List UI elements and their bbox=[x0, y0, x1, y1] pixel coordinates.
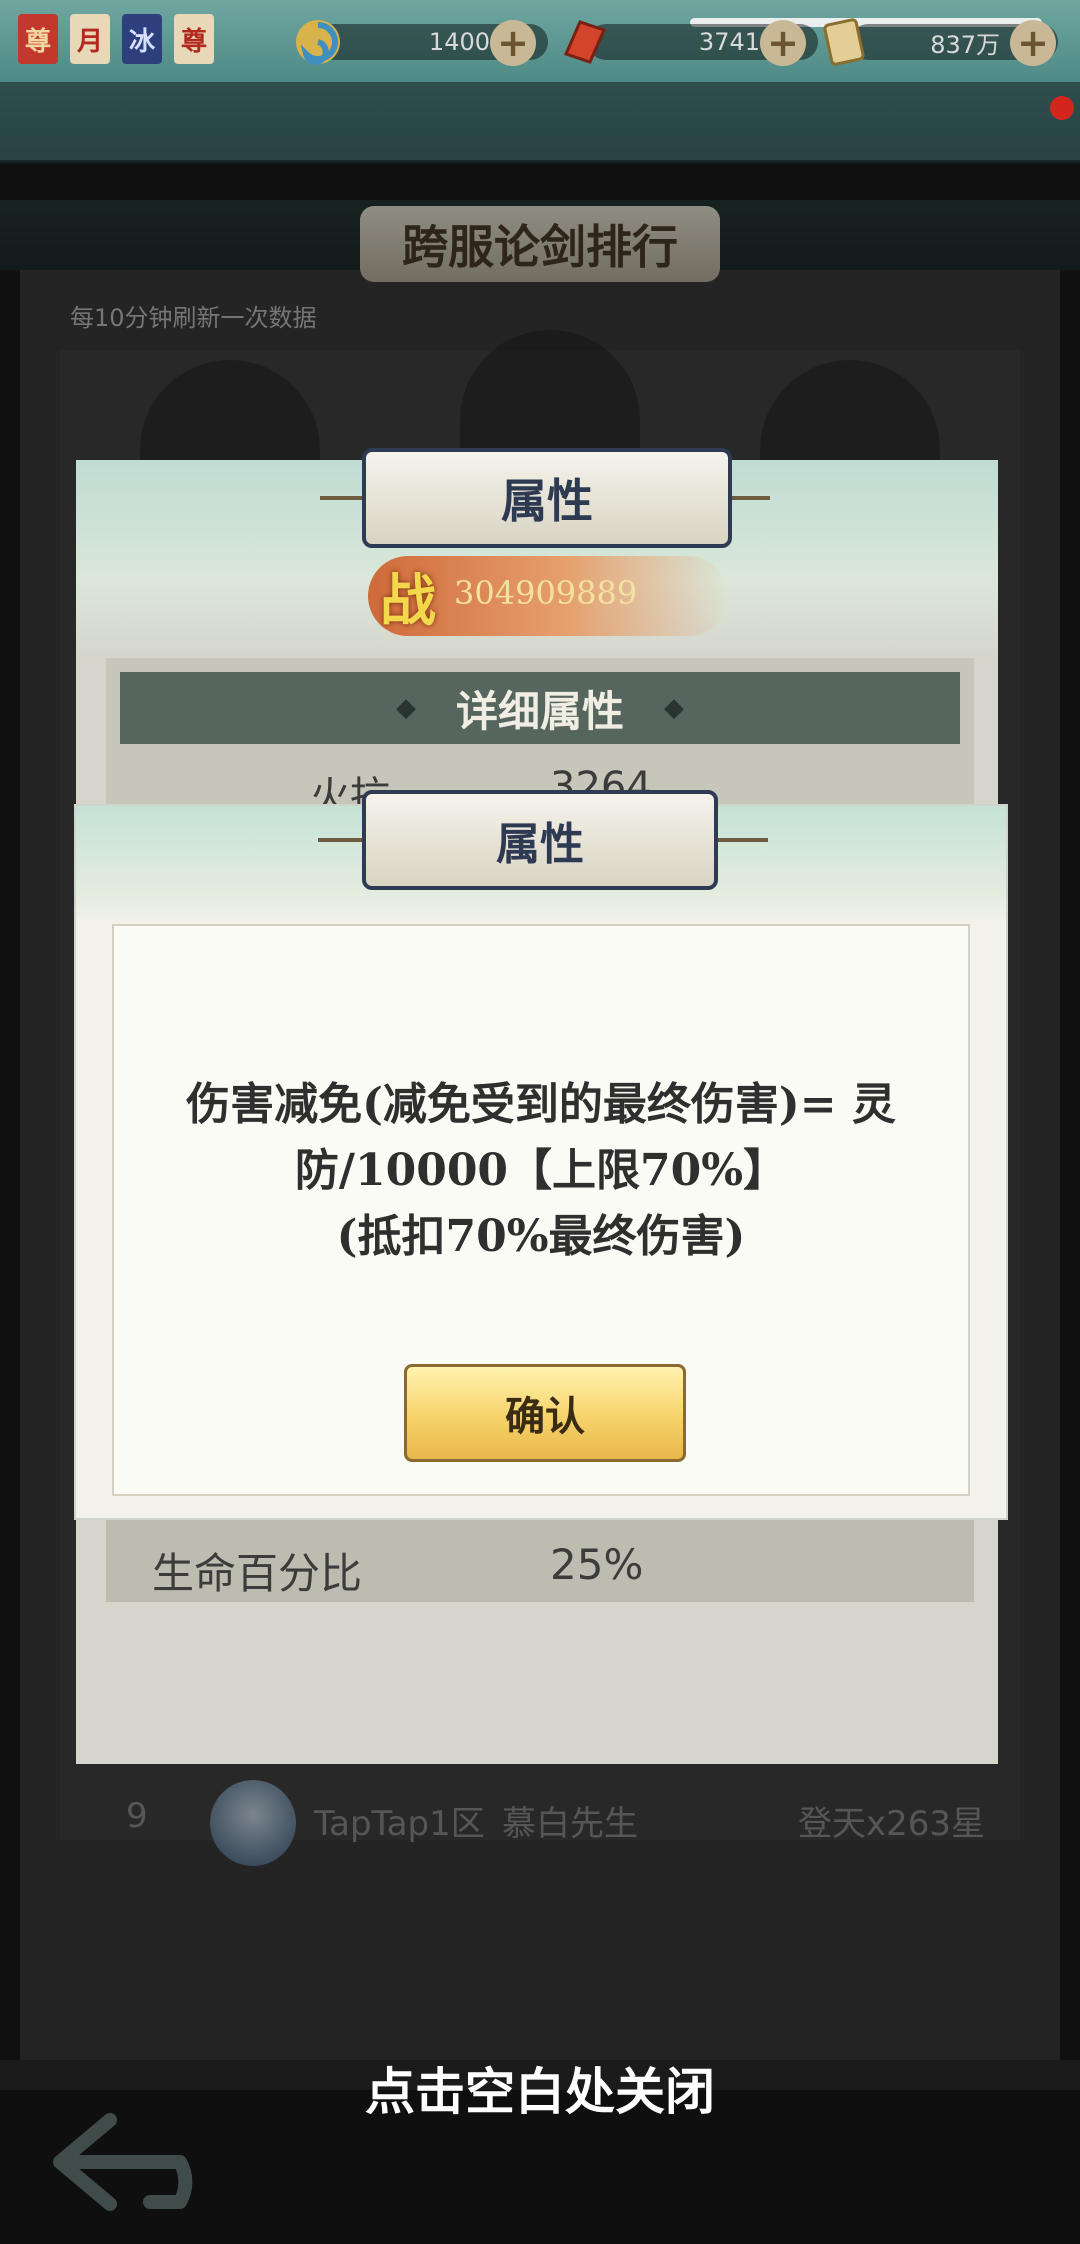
coin-scroll-icon bbox=[816, 14, 872, 70]
notification-dot bbox=[1050, 96, 1074, 120]
add-ingot-button[interactable]: + bbox=[760, 20, 806, 66]
popup-message: 伤害减免(减免受到的最终伤害)= 灵 防/10000【上限70%】 (抵扣70%… bbox=[112, 1072, 970, 1270]
diamond-ornament-icon: ◆ bbox=[664, 693, 684, 723]
detail-attributes-header: ◆ 详细属性 ◆ bbox=[120, 672, 960, 744]
info-popup-title: 属性 bbox=[362, 790, 718, 890]
message-line: (抵扣70%最终伤害) bbox=[336, 1211, 746, 1262]
badge-icon[interactable]: 尊 bbox=[174, 14, 214, 64]
add-jade-button[interactable]: + bbox=[490, 20, 536, 66]
attribute-dialog-title: 属性 bbox=[362, 448, 732, 548]
resource-bar bbox=[0, 82, 1080, 164]
coin-value: 837万 bbox=[930, 30, 1000, 59]
jade-swirl-icon bbox=[290, 14, 346, 70]
message-line: 伤害减免(减免受到的最终伤害)= 灵 bbox=[186, 1079, 896, 1130]
badge-icon[interactable]: 月 bbox=[70, 14, 110, 64]
power-value: 304909889 bbox=[454, 574, 638, 612]
add-coin-button[interactable]: + bbox=[1010, 20, 1056, 66]
ingot-value: 3741 bbox=[698, 28, 760, 56]
message-line: 防/10000【上限70%】 bbox=[294, 1145, 788, 1196]
badge-icon[interactable]: 尊 bbox=[18, 14, 58, 64]
attribute-value: 25% bbox=[550, 1540, 644, 1589]
red-ingot-icon bbox=[556, 14, 612, 70]
jade-value: 1400 bbox=[428, 28, 490, 56]
power-label: 战 bbox=[380, 567, 436, 634]
attribute-name: 生命百分比 bbox=[152, 1549, 363, 1598]
detail-attributes-title: 详细属性 bbox=[455, 686, 624, 736]
tap-blank-to-close-hint: 点击空白处关闭 bbox=[365, 2062, 715, 2121]
confirm-button[interactable]: 确认 bbox=[404, 1364, 686, 1462]
badge-icon[interactable]: 冰 bbox=[122, 14, 162, 64]
diamond-ornament-icon: ◆ bbox=[395, 693, 416, 723]
